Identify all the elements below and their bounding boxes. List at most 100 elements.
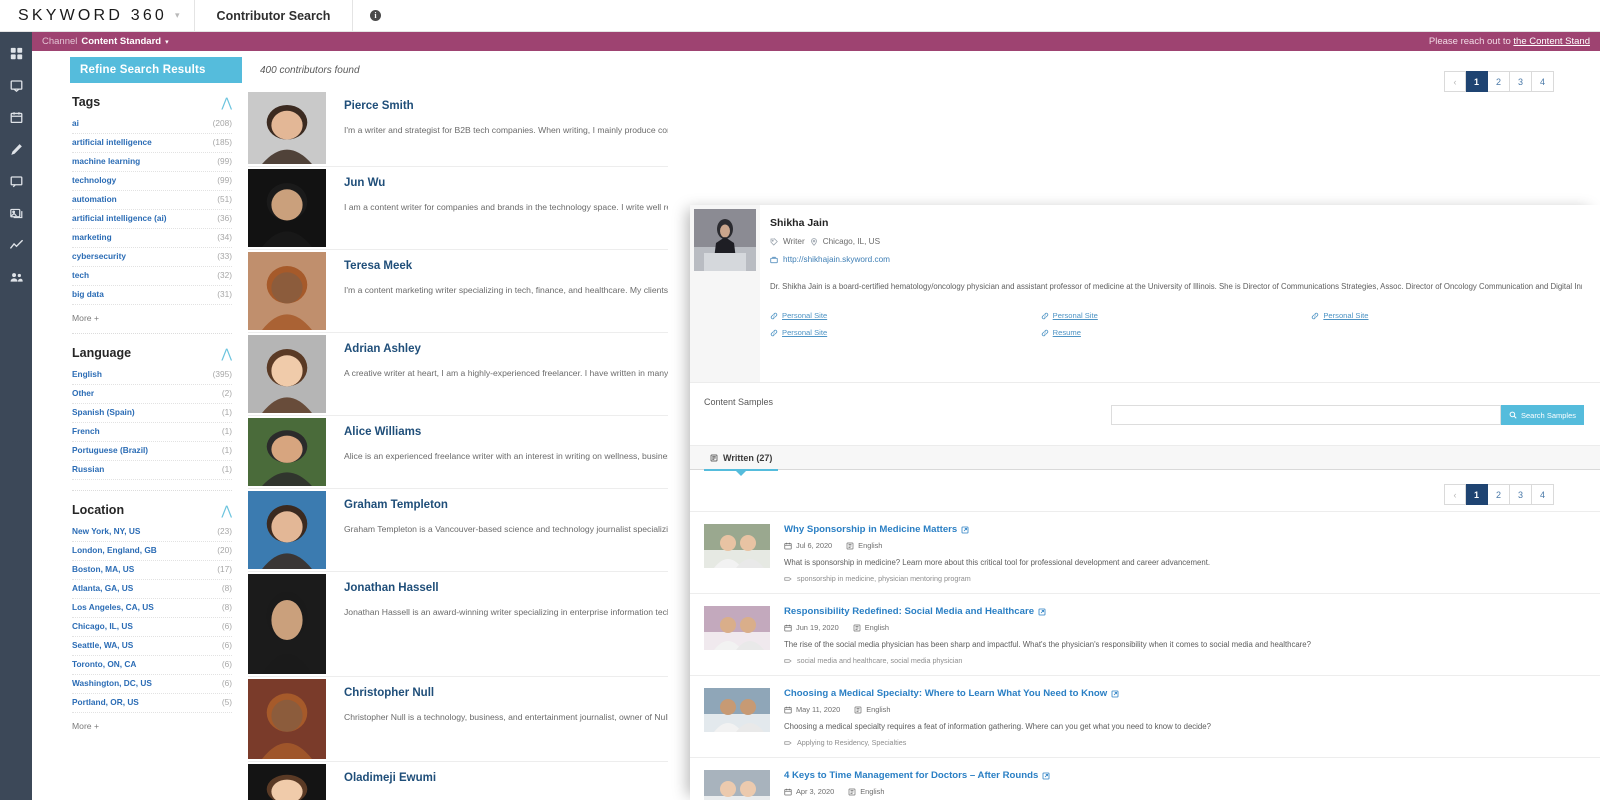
calendar-icon[interactable] — [0, 104, 32, 130]
contributor-row[interactable]: Teresa Meek I'm a content marketing write… — [248, 249, 668, 332]
sample-title-text: 4 Keys to Time Management for Doctors – … — [784, 770, 1039, 781]
contributor-row[interactable]: Oladimeji Ewumi — [248, 761, 668, 800]
facet-option[interactable]: marketing (34) — [72, 229, 232, 248]
contributor-row[interactable]: Alice Williams Alice is an experienced fr… — [248, 415, 668, 488]
facet-option[interactable]: machine learning (99) — [72, 153, 232, 172]
facet-option[interactable]: cybersecurity (33) — [72, 248, 232, 267]
contributor-name[interactable]: Jun Wu — [344, 177, 668, 189]
chevron-up-icon[interactable]: ⋀ — [221, 504, 232, 517]
analytics-trend-icon[interactable] — [0, 232, 32, 258]
brand-logo[interactable]: SKYWORD 360 ▾ — [0, 0, 195, 32]
contributor-name[interactable]: Graham Templeton — [344, 499, 668, 511]
pencil-edit-icon[interactable] — [0, 136, 32, 162]
sample-title[interactable]: Why Sponsorship in Medicine Matters — [784, 524, 1586, 535]
facet-option[interactable]: automation (51) — [72, 191, 232, 210]
facet-option[interactable]: French (1) — [72, 423, 232, 442]
facet-option[interactable]: artificial intelligence (ai) (36) — [72, 210, 232, 229]
facet-option[interactable]: Seattle, WA, US (6) — [72, 637, 232, 656]
results-pagination-page-3[interactable]: 3 — [1510, 71, 1532, 92]
brand-caret-icon[interactable]: ▾ — [175, 10, 180, 21]
facet-option[interactable]: Toronto, ON, CA (6) — [72, 656, 232, 675]
dashboard-grid-icon[interactable] — [0, 40, 32, 66]
contributor-row[interactable]: Adrian Ashley A creative writer at heart,… — [248, 332, 668, 415]
facet-option[interactable]: New York, NY, US (23) — [72, 523, 232, 542]
profile-link[interactable]: Personal Site — [770, 328, 1041, 337]
facet-option[interactable]: Portuguese (Brazil) (1) — [72, 442, 232, 461]
sample-row[interactable]: Choosing a Medical Specialty: Where to L… — [690, 675, 1600, 757]
info-button[interactable]: i — [353, 0, 397, 32]
samples-pagination-page-4[interactable]: 4 — [1532, 484, 1554, 505]
facet-option[interactable]: technology (99) — [72, 172, 232, 191]
samples-pagination-page-2[interactable]: 2 — [1488, 484, 1510, 505]
samples-search-button[interactable]: Search Samples — [1500, 405, 1584, 425]
facet-option[interactable]: artificial intelligence (185) — [72, 134, 232, 153]
facet-option[interactable]: Los Angeles, CA, US (8) — [72, 599, 232, 618]
sample-row[interactable]: 4 Keys to Time Management for Doctors – … — [690, 757, 1600, 800]
contributor-row[interactable]: Jun Wu I am a content writer for companie… — [248, 166, 668, 249]
profile-link[interactable]: Personal Site — [1311, 311, 1582, 320]
profile-site-url[interactable]: http://shikhajain.skyword.com — [783, 255, 890, 264]
sample-title[interactable]: Responsibility Redefined: Social Media a… — [784, 606, 1586, 617]
facet-option-label: English — [72, 369, 102, 379]
facet-header[interactable]: Location ⋀ — [72, 491, 232, 523]
samples-pagination-page-1[interactable]: 1 — [1466, 484, 1488, 505]
facet-option[interactable]: Boston, MA, US (17) — [72, 561, 232, 580]
facet-option[interactable]: Washington, DC, US (6) — [72, 675, 232, 694]
tab-written[interactable]: Written (27) — [704, 445, 779, 476]
avatar — [248, 92, 326, 164]
samples-pagination-prev-button[interactable]: ‹ — [1444, 484, 1466, 505]
facet-option-label: Atlanta, GA, US — [72, 583, 134, 593]
samples-pagination-page-3[interactable]: 3 — [1510, 484, 1532, 505]
channel-caret-icon[interactable]: ▾ — [165, 38, 169, 46]
sample-title[interactable]: 4 Keys to Time Management for Doctors – … — [784, 770, 1586, 781]
contributor-row[interactable]: Jonathan Hassell Jonathan Hassell is an a… — [248, 571, 668, 676]
sample-row[interactable]: Why Sponsorship in Medicine Matters Jul 6… — [690, 511, 1600, 593]
profile-link[interactable]: Resume — [1041, 328, 1312, 337]
channel-name[interactable]: Content Standard — [81, 36, 161, 47]
facet-header[interactable]: Language ⋀ — [72, 334, 232, 366]
contributor-row[interactable]: Christopher Null Christopher Null is a te… — [248, 676, 668, 761]
facet-option[interactable]: English (395) — [72, 366, 232, 385]
contributor-name[interactable]: Jonathan Hassell — [344, 582, 668, 594]
content-standard-link[interactable]: the Content Stand — [1513, 36, 1590, 47]
facet-option[interactable]: London, England, GB (20) — [72, 542, 232, 561]
contributor-name[interactable]: Pierce Smith — [344, 100, 668, 112]
sample-row[interactable]: Responsibility Redefined: Social Media a… — [690, 593, 1600, 675]
facet-option[interactable]: Chicago, IL, US (6) — [72, 618, 232, 637]
profile-site-row[interactable]: http://shikhajain.skyword.com — [770, 255, 1582, 264]
profile-link[interactable]: Personal Site — [1041, 311, 1312, 320]
facet-option[interactable]: Portland, OR, US (5) — [72, 694, 232, 713]
contributor-name[interactable]: Teresa Meek — [344, 260, 668, 272]
results-pagination-page-1[interactable]: 1 — [1466, 71, 1488, 92]
sample-body: Why Sponsorship in Medicine Matters Jul 6… — [770, 524, 1586, 583]
contributors-people-icon[interactable] — [0, 264, 32, 290]
contributor-name[interactable]: Oladimeji Ewumi — [344, 772, 668, 784]
results-pagination-page-4[interactable]: 4 — [1532, 71, 1554, 92]
presentation-board-icon[interactable] — [0, 72, 32, 98]
chevron-up-icon[interactable]: ⋀ — [221, 347, 232, 360]
facet-more-link[interactable]: More + — [72, 713, 232, 741]
facet-more-link[interactable]: More + — [72, 305, 232, 333]
chevron-up-icon[interactable]: ⋀ — [221, 96, 232, 109]
facet-option[interactable]: big data (31) — [72, 286, 232, 305]
results-pagination-page-2[interactable]: 2 — [1488, 71, 1510, 92]
contributor-row[interactable]: Pierce Smith I'm a writer and strategist … — [248, 90, 668, 166]
contributor-name[interactable]: Alice Williams — [344, 426, 668, 438]
facet-option[interactable]: ai (208) — [72, 115, 232, 134]
facet-option[interactable]: Spanish (Spain) (1) — [72, 404, 232, 423]
message-icon[interactable] — [0, 168, 32, 194]
contributor-name[interactable]: Christopher Null — [344, 687, 668, 699]
results-pagination-prev-button[interactable]: ‹ — [1444, 71, 1466, 92]
profile-link[interactable]: Personal Site — [770, 311, 1041, 320]
contributor-name[interactable]: Adrian Ashley — [344, 343, 668, 355]
facet-header[interactable]: Tags ⋀ — [72, 83, 232, 115]
contributor-row[interactable]: Graham Templeton Graham Templeton is a Va… — [248, 488, 668, 571]
facet-option[interactable]: tech (32) — [72, 267, 232, 286]
facet-option[interactable]: Atlanta, GA, US (8) — [72, 580, 232, 599]
facet-option[interactable]: Russian (1) — [72, 461, 232, 480]
facet-option[interactable]: Other (2) — [72, 385, 232, 404]
refine-sidebar: Refine Search Results Tags ⋀ ai (208) artifi… — [32, 51, 248, 800]
sample-title[interactable]: Choosing a Medical Specialty: Where to L… — [784, 688, 1586, 699]
media-library-icon[interactable] — [0, 200, 32, 226]
samples-search-input[interactable] — [1110, 405, 1501, 425]
